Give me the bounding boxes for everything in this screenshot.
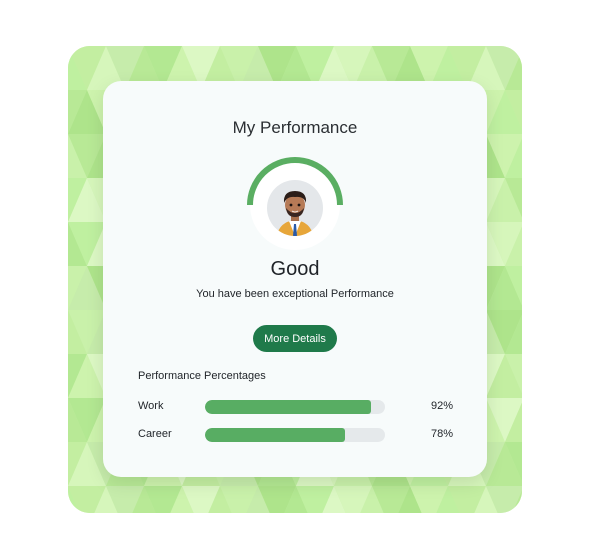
progress-track [205,400,385,414]
performance-ring [242,152,348,258]
progress-row-career: Career 78% [138,427,458,443]
progress-fill [205,428,346,442]
progress-value: 78% [431,428,454,440]
status-description: You have been exceptional Performance [196,288,394,300]
performance-status: Good [270,258,320,280]
progress-row-work: Work 92% [138,399,458,415]
more-details-button[interactable]: More Details [253,325,337,352]
user-avatar-icon [267,180,323,236]
progress-value: 92% [431,400,454,412]
performance-card: My Performance Good You have been except… [103,81,487,477]
progress-fill [205,400,371,414]
progress-label: Work [138,400,164,412]
card-title: My Performance [232,118,358,137]
section-label: Performance Percentages [138,370,266,382]
progress-track [205,428,385,442]
progress-label: Career [138,428,172,440]
